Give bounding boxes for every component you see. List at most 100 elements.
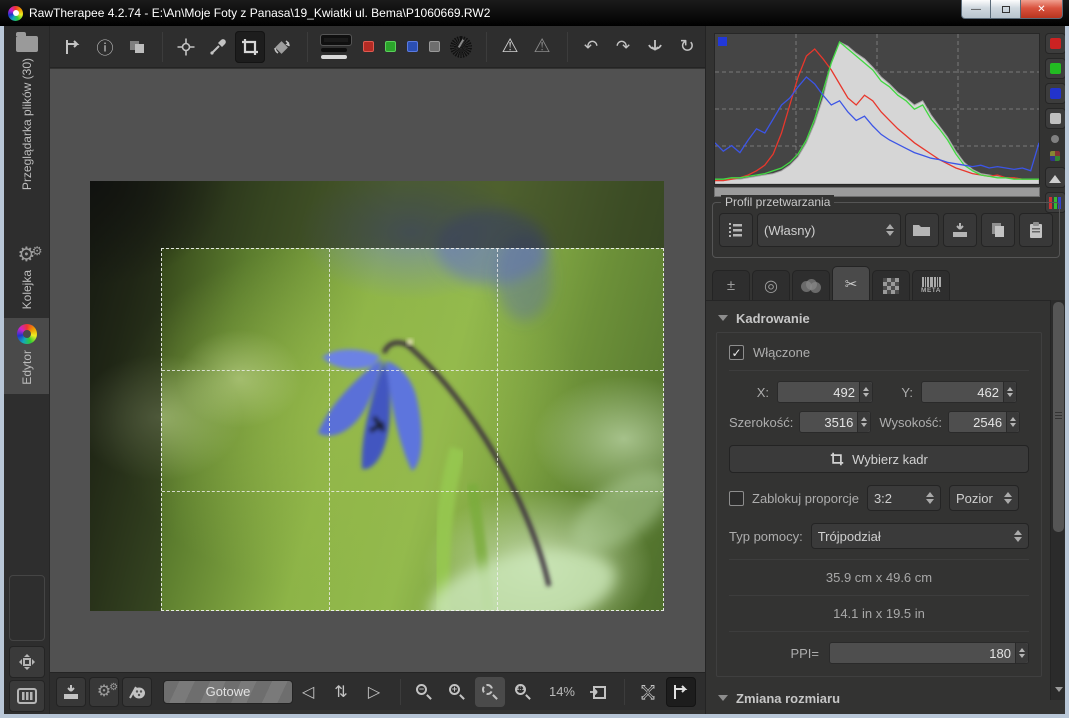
histogram-full-toggle[interactable]: [1045, 167, 1066, 188]
app-window: Przeglądarka plików (30) ⚙⚙ Kolejka Edyt…: [4, 26, 1065, 714]
ppi-spinner[interactable]: 180: [829, 642, 1029, 664]
minimize-button[interactable]: —: [961, 0, 991, 19]
sort-toggle-button[interactable]: ⇅: [326, 677, 356, 707]
profile-open-button[interactable]: [905, 213, 939, 247]
previous-image-button[interactable]: ◁: [293, 677, 323, 707]
thirds-gridline: [162, 491, 663, 492]
close-button[interactable]: ✕: [1021, 0, 1063, 19]
tab-exposure[interactable]: ±: [712, 270, 750, 300]
tab-queue[interactable]: ⚙⚙ Kolejka: [4, 240, 49, 316]
circular-arrow-icon: ↻: [679, 36, 694, 57]
next-image-button[interactable]: ▷: [359, 677, 389, 707]
profile-save-button[interactable]: [943, 213, 977, 247]
scrollbar-down-arrow[interactable]: [1053, 684, 1064, 698]
focus-mask-button[interactable]: [446, 31, 476, 63]
tab-editor[interactable]: Edytor: [4, 318, 49, 394]
external-editor-button[interactable]: [122, 677, 152, 707]
info-button[interactable]: ⓘ: [90, 31, 120, 63]
preview-blue-button[interactable]: [402, 31, 422, 63]
histogram-green-toggle[interactable]: [1045, 58, 1066, 79]
tab-transform[interactable]: ✂: [832, 266, 870, 300]
hand-tool-button[interactable]: [58, 31, 88, 63]
crop-y-spinner[interactable]: 462: [921, 381, 1017, 403]
straighten-tool-button[interactable]: [267, 31, 297, 63]
hand-tool-toggle-button[interactable]: [666, 677, 696, 707]
preview-red-button[interactable]: [358, 31, 378, 63]
spinner-arrows[interactable]: [859, 382, 872, 402]
orientation-select[interactable]: Pozior: [949, 485, 1019, 511]
photo-preview[interactable]: [90, 181, 664, 611]
crop-height-spinner[interactable]: 2546: [948, 411, 1020, 433]
tab-raw[interactable]: [872, 270, 910, 300]
profile-select[interactable]: (Własny): [757, 213, 901, 247]
preview-background-button[interactable]: [316, 31, 356, 63]
crop-tool-button[interactable]: [235, 31, 265, 63]
fullscreen-button[interactable]: ⇖⇗ ⇙⇘: [633, 677, 663, 707]
ratio-select[interactable]: 3:2: [867, 485, 941, 511]
undo-button[interactable]: ↶: [576, 31, 606, 63]
zoom-100-button[interactable]: 1:1: [508, 677, 538, 707]
snapshot-button[interactable]: [640, 31, 670, 63]
list-icon: [728, 221, 744, 239]
queue-image-button[interactable]: ⚙⚙: [89, 677, 119, 707]
refresh-preview-button[interactable]: ↻: [672, 31, 702, 63]
tool-panel: Kadrowanie ✓ Włączone X: 492 Y:: [706, 300, 1050, 714]
redo-button[interactable]: ↷: [608, 31, 638, 63]
profile-fill-mode-button[interactable]: [719, 213, 753, 247]
white-balance-picker-button[interactable]: [203, 31, 233, 63]
filmstrip-icon: [17, 688, 37, 704]
crop-region[interactable]: [161, 248, 664, 611]
ppi-row: PPI= 180: [729, 642, 1029, 664]
histogram-luma-toggle[interactable]: [1045, 108, 1066, 129]
before-after-button[interactable]: [122, 31, 152, 63]
detail-window-button[interactable]: [583, 677, 613, 707]
crop-enabled-checkbox[interactable]: ✓: [729, 345, 744, 360]
shadow-clip-button[interactable]: ⚠: [527, 31, 557, 63]
zoom-fit-button[interactable]: [475, 677, 505, 707]
tab-color[interactable]: [792, 270, 830, 300]
crop-width-spinner[interactable]: 3516: [799, 411, 871, 433]
profile-copy-button[interactable]: [981, 213, 1015, 247]
profile-paste-button[interactable]: [1019, 213, 1053, 247]
crop-x-spinner[interactable]: 492: [777, 381, 873, 403]
histogram-blue-toggle[interactable]: [1045, 83, 1066, 104]
histogram-red-toggle[interactable]: [1045, 33, 1066, 54]
preview-green-button[interactable]: [380, 31, 400, 63]
chromaticity-toggle[interactable]: [1051, 135, 1059, 143]
gears-icon: ⚙⚙: [18, 246, 36, 264]
resize-expander[interactable]: Zmiana rozmiaru: [716, 687, 1042, 712]
zoom-in-button[interactable]: +: [442, 677, 472, 707]
crop-expander[interactable]: Kadrowanie: [716, 307, 1042, 332]
raw-histogram-toggle[interactable]: [1050, 151, 1060, 161]
spinner-arrows[interactable]: [1006, 412, 1019, 432]
color-picker-button[interactable]: [171, 31, 201, 63]
preview-luminosity-button[interactable]: [424, 31, 444, 63]
select-crop-button[interactable]: Wybierz kadr: [729, 445, 1029, 473]
maximize-button[interactable]: [991, 0, 1021, 19]
redo-icon: ↷: [616, 37, 630, 57]
toolbar-separator: [400, 679, 401, 705]
filmstrip-toggle-button[interactable]: [9, 680, 45, 712]
spinner-arrows[interactable]: [1003, 382, 1016, 402]
save-image-button[interactable]: [56, 677, 86, 707]
divider: [729, 559, 1029, 560]
luma-icon: [1050, 113, 1061, 124]
scrollbar-thumb[interactable]: [1053, 302, 1064, 532]
tab-file-browser[interactable]: Przeglądarka plików (30): [4, 30, 49, 238]
spinner-arrows[interactable]: [1015, 643, 1028, 663]
spinner-arrows[interactable]: [857, 412, 870, 432]
pan-navigator-button[interactable]: [9, 646, 45, 678]
crop-y-label: Y:: [873, 385, 921, 400]
green-channel-icon: [385, 41, 396, 52]
info-icon: ⓘ: [97, 34, 114, 59]
raw-checker-icon: [883, 278, 899, 294]
highlight-clip-button[interactable]: ⚠: [495, 31, 525, 63]
zoom-out-button[interactable]: −: [409, 677, 439, 707]
editor-toolbar: ⓘ: [50, 26, 705, 68]
tool-panel-scrollbar[interactable]: [1050, 300, 1065, 700]
lock-ratio-checkbox[interactable]: [729, 491, 744, 506]
tab-detail[interactable]: ◎: [752, 270, 790, 300]
ppi-label: PPI=: [729, 646, 819, 661]
tab-metadata[interactable]: META: [912, 270, 950, 300]
guide-select[interactable]: Trójpodział: [811, 523, 1029, 549]
